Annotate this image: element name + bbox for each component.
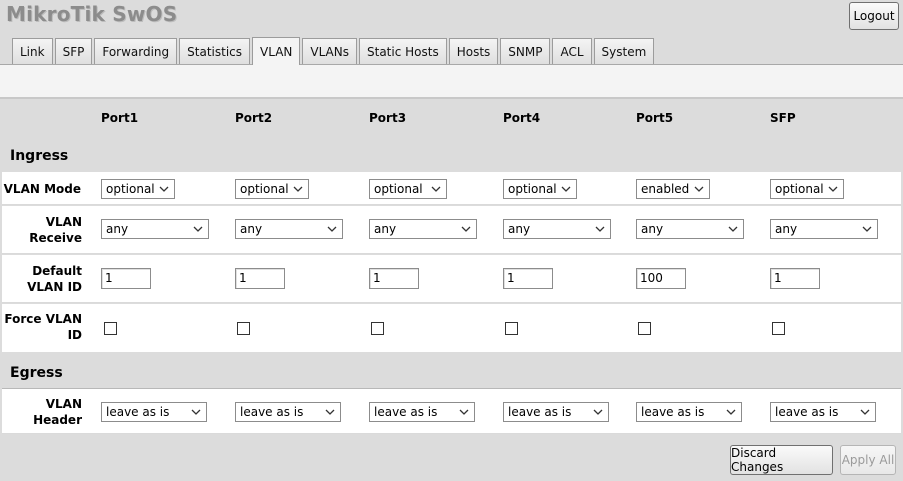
port-header: Port2 [235, 111, 273, 125]
vlan-receive-select[interactable]: any [636, 219, 744, 239]
vlan-mode-select[interactable]: optional [770, 179, 844, 199]
vlan-mode-select[interactable]: optional [369, 179, 447, 199]
port-header: Port1 [101, 111, 139, 125]
chevron-down-icon [726, 409, 736, 415]
chevron-down-icon [193, 226, 203, 232]
chevron-down-icon [325, 409, 335, 415]
tab-system[interactable]: System [593, 38, 655, 65]
vlan-header-select[interactable]: leave as is [101, 402, 207, 422]
port-header: Port4 [503, 111, 541, 125]
vlan-header-select[interactable]: leave as is [636, 402, 742, 422]
vlan-mode-label: VLAN Mode [3, 182, 81, 196]
chevron-down-icon [728, 226, 738, 232]
tab-acl[interactable]: ACL [552, 38, 592, 65]
default-vlan-id-input[interactable]: 1 [369, 268, 419, 289]
port-header: SFP [770, 111, 796, 125]
vlan-mode-select[interactable]: optional [101, 179, 175, 199]
force-vlan-id-row: Force VLAN ID [2, 304, 901, 352]
discard-changes-button[interactable]: Discard Changes [730, 445, 833, 475]
port-header: Port3 [369, 111, 407, 125]
brand-title: MikroTik SwOS [6, 2, 178, 26]
force-vlan-id-checkbox[interactable] [505, 322, 518, 335]
vlan-receive-select[interactable]: any [503, 219, 611, 239]
default-vlan-id-row: Default VLAN ID 1 1 1 1 100 1 [2, 255, 901, 303]
vlan-receive-select[interactable]: any [369, 219, 477, 239]
tab-static-hosts[interactable]: Static Hosts [359, 38, 447, 65]
chevron-down-icon [595, 226, 605, 232]
default-vlan-id-input[interactable]: 1 [503, 268, 553, 289]
chevron-down-icon [431, 186, 441, 192]
tab-hosts[interactable]: Hosts [448, 38, 499, 65]
tab-forwarding[interactable]: Forwarding [94, 38, 178, 65]
vlan-header-label: VLAN Header [33, 397, 82, 427]
default-vlan-id-input[interactable]: 1 [101, 268, 151, 289]
vlan-receive-select[interactable]: any [770, 219, 878, 239]
default-vlan-id-label: Default VLAN ID [27, 264, 82, 294]
chevron-down-icon [159, 186, 169, 192]
default-vlan-id-input[interactable]: 1 [770, 268, 820, 289]
tab-vlans[interactable]: VLANs [302, 38, 357, 65]
force-vlan-id-checkbox[interactable] [237, 322, 250, 335]
tab-sfp[interactable]: SFP [54, 38, 93, 65]
vlan-mode-select[interactable]: optional [503, 179, 577, 199]
vlan-mode-select[interactable]: enabled [636, 179, 710, 199]
vlan-mode-select[interactable]: optional [235, 179, 309, 199]
vlan-header-row: VLAN Header leave as is leave as is leave… [2, 388, 901, 434]
chevron-down-icon [461, 226, 471, 232]
default-vlan-id-input[interactable]: 100 [636, 268, 686, 289]
chevron-down-icon [593, 409, 603, 415]
tab-statistics[interactable]: Statistics [179, 38, 251, 65]
tab-bar: Link SFP Forwarding Statistics VLAN VLAN… [12, 37, 655, 65]
vlan-header-select[interactable]: leave as is [770, 402, 876, 422]
chevron-down-icon [862, 226, 872, 232]
tab-vlan[interactable]: VLAN [252, 37, 301, 65]
chevron-down-icon [860, 409, 870, 415]
force-vlan-id-checkbox[interactable] [104, 322, 117, 335]
default-vlan-id-input[interactable]: 1 [235, 268, 285, 289]
chevron-down-icon [561, 186, 571, 192]
vlan-header-select[interactable]: leave as is [235, 402, 341, 422]
chevron-down-icon [828, 186, 838, 192]
chevron-down-icon [191, 409, 201, 415]
force-vlan-id-label: Force VLAN ID [4, 312, 82, 342]
tab-snmp[interactable]: SNMP [500, 38, 551, 65]
force-vlan-id-checkbox[interactable] [772, 322, 785, 335]
chevron-down-icon [327, 226, 337, 232]
force-vlan-id-checkbox[interactable] [638, 322, 651, 335]
tab-content-band [0, 64, 903, 97]
apply-all-button[interactable]: Apply All [840, 445, 896, 475]
vlan-receive-row: VLAN Receive any any any any any any [2, 206, 901, 254]
chevron-down-icon [459, 409, 469, 415]
vlan-mode-row: VLAN Mode optional optional optional opt… [2, 172, 901, 205]
ingress-title: Ingress [10, 148, 69, 164]
logout-button[interactable]: Logout [849, 2, 899, 30]
vlan-form: Port1 Port2 Port3 Port4 Port5 SFP Ingres… [0, 97, 903, 481]
vlan-header-select[interactable]: leave as is [369, 402, 475, 422]
vlan-header-select[interactable]: leave as is [503, 402, 609, 422]
vlan-receive-select[interactable]: any [101, 219, 209, 239]
chevron-down-icon [694, 186, 704, 192]
vlan-receive-label: VLAN Receive [29, 215, 82, 245]
vlan-receive-select[interactable]: any [235, 219, 343, 239]
port-header: Port5 [636, 111, 674, 125]
force-vlan-id-checkbox[interactable] [371, 322, 384, 335]
egress-title: Egress [10, 365, 63, 381]
tab-link[interactable]: Link [12, 38, 53, 65]
chevron-down-icon [293, 186, 303, 192]
